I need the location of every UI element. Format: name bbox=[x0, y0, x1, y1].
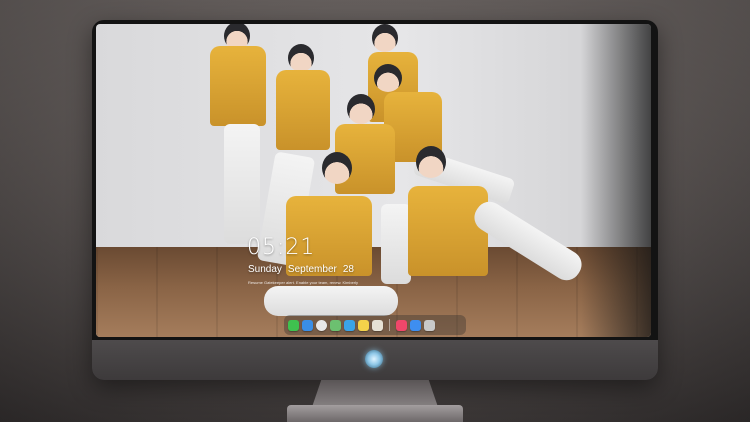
lock-screen-notice: Resume Gatekeeper alert. Enable your tea… bbox=[248, 280, 359, 285]
notes-icon[interactable] bbox=[358, 319, 369, 331]
messages-icon[interactable] bbox=[288, 319, 299, 331]
photos-icon[interactable] bbox=[372, 319, 383, 331]
date-weekday: Sunday bbox=[248, 264, 282, 275]
wallpaper-shadow bbox=[581, 24, 651, 337]
lock-screen-time: 05:21 bbox=[247, 235, 316, 260]
finder-icon[interactable] bbox=[344, 319, 355, 331]
safari-icon[interactable] bbox=[316, 319, 327, 331]
maps-icon[interactable] bbox=[330, 319, 341, 331]
app-store-icon[interactable] bbox=[410, 319, 421, 331]
dock-separator bbox=[389, 319, 390, 331]
date-day: 28 bbox=[342, 264, 354, 275]
monitor-stand-base bbox=[287, 405, 463, 422]
crystal-logo-icon bbox=[365, 350, 383, 368]
trash-icon[interactable] bbox=[424, 319, 435, 331]
lock-screen: 05:21 Sunday September 28 Resume Gatekeepe… bbox=[96, 24, 651, 337]
lock-screen-date: Sunday September 28 bbox=[248, 264, 360, 275]
music-icon[interactable] bbox=[396, 319, 407, 331]
dock bbox=[284, 315, 466, 335]
date-month: September bbox=[287, 264, 337, 275]
mail-icon[interactable] bbox=[302, 319, 313, 331]
